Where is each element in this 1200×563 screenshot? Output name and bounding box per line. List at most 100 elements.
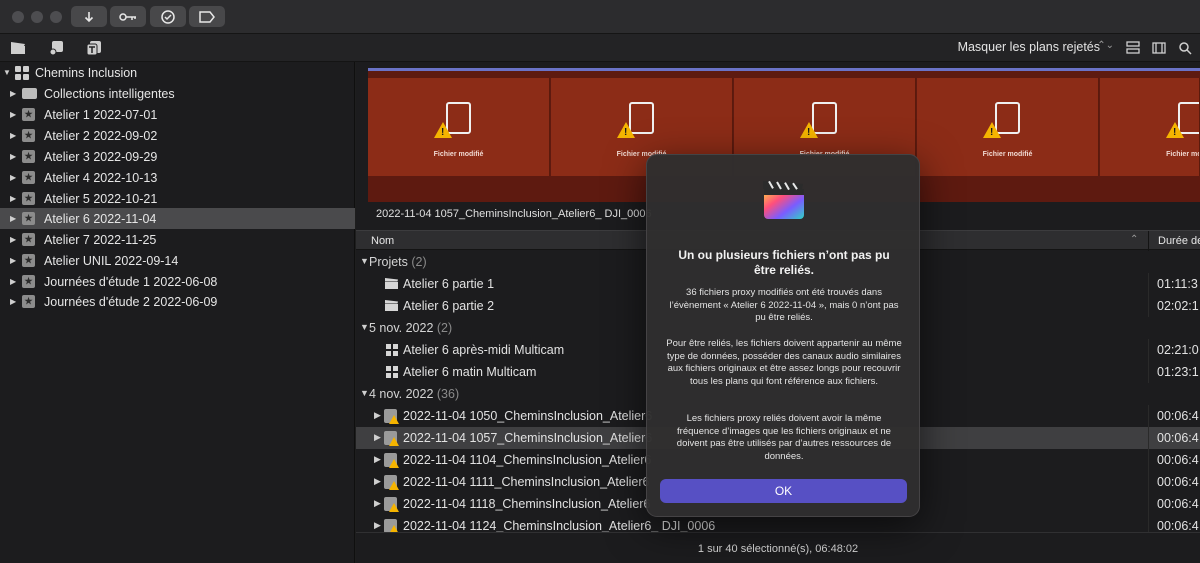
background-tasks-button[interactable] <box>150 6 186 27</box>
missing-clip-icon <box>384 519 399 532</box>
library-icon <box>15 65 29 80</box>
column-name-header[interactable]: Nom <box>371 235 394 247</box>
disclosure-open-icon[interactable]: ▼ <box>360 388 369 398</box>
sidebar-item-event[interactable]: ▶ ★ Atelier 5 2022-10-21 <box>0 188 355 209</box>
sidebar-item-event-selected[interactable]: ▶ ★ Atelier 6 2022-11-04 <box>0 208 355 229</box>
item-duration: 00:06:4 <box>1148 405 1200 427</box>
zoom-window-button[interactable] <box>50 11 62 23</box>
share-button[interactable] <box>189 6 225 27</box>
minimize-window-button[interactable] <box>31 11 43 23</box>
sidebar-item-event[interactable]: ▶ ★ Journées d'étude 1 2022-06-08 <box>0 271 355 292</box>
titles-generators-toggle-button[interactable] <box>85 39 103 57</box>
sidebar-item-event[interactable]: ▶ ★ Atelier 2 2022-09-02 <box>0 125 355 146</box>
clapper-icon <box>11 42 25 54</box>
disclosure-closed-icon[interactable]: ▶ <box>10 152 20 161</box>
item-duration: 02:02:1 <box>1148 295 1200 317</box>
photos-audio-toggle-button[interactable] <box>47 39 65 57</box>
disclosure-closed-icon[interactable]: ▶ <box>10 235 20 244</box>
titles-icon <box>86 41 101 56</box>
item-name: Atelier 6 partie 1 <box>403 277 495 291</box>
item-duration: 02:21:0 <box>1148 339 1200 361</box>
clip-name: 2022-11-04 1057_CheminsInclusion_Atelier… <box>376 208 652 220</box>
sidebar-item-label: Atelier 6 2022-11-04 <box>44 211 157 226</box>
item-name: Atelier 6 après-midi Multicam <box>403 343 565 357</box>
sidebar-item-label: Atelier 5 2022-10-21 <box>44 191 158 206</box>
sidebar-item-event[interactable]: ▶ ★ Atelier 3 2022-09-29 <box>0 146 355 167</box>
disclosure-closed-icon[interactable]: ▶ <box>374 410 381 421</box>
thumbnail[interactable]: ! Fichier modifié <box>1100 78 1200 176</box>
disclosure-closed-icon[interactable]: ▶ <box>10 194 20 203</box>
import-button[interactable] <box>71 6 107 27</box>
disclosure-closed-icon[interactable]: ▶ <box>10 131 20 140</box>
filmstrip-view-button[interactable] <box>1150 39 1168 57</box>
disclosure-closed-icon[interactable]: ▶ <box>10 110 20 119</box>
thumbnail[interactable]: ! Fichier modifié <box>917 78 1099 176</box>
event-icon: ★ <box>22 192 35 205</box>
clip-appearance-button[interactable] <box>1124 39 1142 57</box>
ok-button[interactable]: OK <box>660 479 907 503</box>
dialog-title: Un ou plusieurs fichiers n’ont pas pu êt… <box>678 248 890 277</box>
missing-clip-icon <box>384 431 399 446</box>
sidebar-item-event[interactable]: ▶ ★ Atelier UNIL 2022-09-14 <box>0 250 355 271</box>
sidebar-item-event[interactable]: ▶ ★ Atelier 1 2022-07-01 <box>0 104 355 125</box>
disclosure-closed-icon[interactable]: ▶ <box>374 454 381 465</box>
disclosure-open-icon[interactable]: ▼ <box>360 256 369 266</box>
close-window-button[interactable] <box>12 11 24 23</box>
list-item[interactable]: ▶ 2022-11-04 1124_CheminsInclusion_Ateli… <box>356 515 1200 532</box>
missing-clip-icon <box>384 409 399 424</box>
multicam-icon <box>386 366 398 378</box>
group-label: 5 nov. 2022 <box>369 321 434 335</box>
event-icon: ★ <box>22 108 35 121</box>
sidebar-item-label: Collections intelligentes <box>44 86 175 101</box>
column-duration-header[interactable]: Durée de <box>1148 231 1200 251</box>
dialog-paragraph: Pour être reliés, les fichiers doivent a… <box>666 338 902 387</box>
clip-filter-select[interactable]: Masquer les plans rejetés <box>958 40 1100 54</box>
disclosure-closed-icon[interactable]: ▶ <box>10 89 20 98</box>
disclosure-closed-icon[interactable]: ▶ <box>10 297 20 306</box>
item-name: Atelier 6 partie 2 <box>403 299 495 313</box>
search-button[interactable] <box>1176 39 1194 57</box>
disclosure-closed-icon[interactable]: ▶ <box>10 256 20 265</box>
sidebar-item-label: Journées d'étude 2 2022-06-09 <box>44 294 218 309</box>
key-icon <box>119 12 136 21</box>
disclosure-closed-icon[interactable]: ▶ <box>10 173 20 182</box>
disclosure-closed-icon[interactable]: ▶ <box>10 277 20 286</box>
sidebar-item-label: Atelier 3 2022-09-29 <box>44 149 158 164</box>
event-icon: ★ <box>22 233 35 246</box>
event-icon: ★ <box>22 275 35 288</box>
disclosure-closed-icon[interactable]: ▶ <box>374 498 381 509</box>
libraries-toggle-button[interactable] <box>9 39 27 57</box>
disclosure-closed-icon[interactable]: ▶ <box>374 476 381 487</box>
keywords-button[interactable] <box>110 6 146 27</box>
disclosure-closed-icon[interactable]: ▶ <box>374 432 381 443</box>
event-icon: ★ <box>22 150 35 163</box>
item-duration: 00:06:4 <box>1148 493 1200 515</box>
checkmark-icon <box>161 9 175 24</box>
thumbnail[interactable]: ! Fichier modifié <box>368 78 550 176</box>
sidebar-item-event[interactable]: ▶ ★ Atelier 4 2022-10-13 <box>0 167 355 188</box>
thumbnail-label: Fichier modifié <box>1166 151 1199 158</box>
relink-error-dialog: Un ou plusieurs fichiers n’ont pas pu êt… <box>646 154 920 517</box>
item-duration: 00:06:4 <box>1148 449 1200 471</box>
item-name: 2022-11-04 1118_CheminsInclusion_Atelier… <box>403 497 651 511</box>
selection-range-bar <box>368 68 1200 71</box>
thumbnail-label: Fichier modifié <box>982 151 1033 158</box>
sidebar-item-smart-collections[interactable]: ▶ Collections intelligentes <box>0 83 355 104</box>
title-bar <box>0 0 1200 34</box>
sidebar-item-label: Atelier 7 2022-11-25 <box>44 232 157 247</box>
disclosure-closed-icon[interactable]: ▶ <box>374 520 381 531</box>
sidebar-item-event[interactable]: ▶ ★ Journées d'étude 2 2022-06-09 <box>0 291 355 312</box>
disclosure-closed-icon[interactable]: ▶ <box>10 214 20 223</box>
sidebar-item-event[interactable]: ▶ ★ Atelier 7 2022-11-25 <box>0 229 355 250</box>
missing-clip-icon <box>384 475 399 490</box>
library-label: Chemins Inclusion <box>35 65 138 80</box>
multicam-icon <box>386 344 398 356</box>
clapper-icon <box>385 278 398 289</box>
library-root[interactable]: ▼ Chemins Inclusion <box>0 62 355 83</box>
selection-status: 1 sur 40 sélectionné(s), 06:48:02 <box>356 532 1200 563</box>
thumbnail-label: Fichier modifié <box>433 151 484 158</box>
disclosure-open-icon[interactable]: ▼ <box>3 68 13 77</box>
disclosure-open-icon[interactable]: ▼ <box>360 322 369 332</box>
list-view-icon <box>1126 41 1140 54</box>
group-count: (2) <box>411 255 427 269</box>
